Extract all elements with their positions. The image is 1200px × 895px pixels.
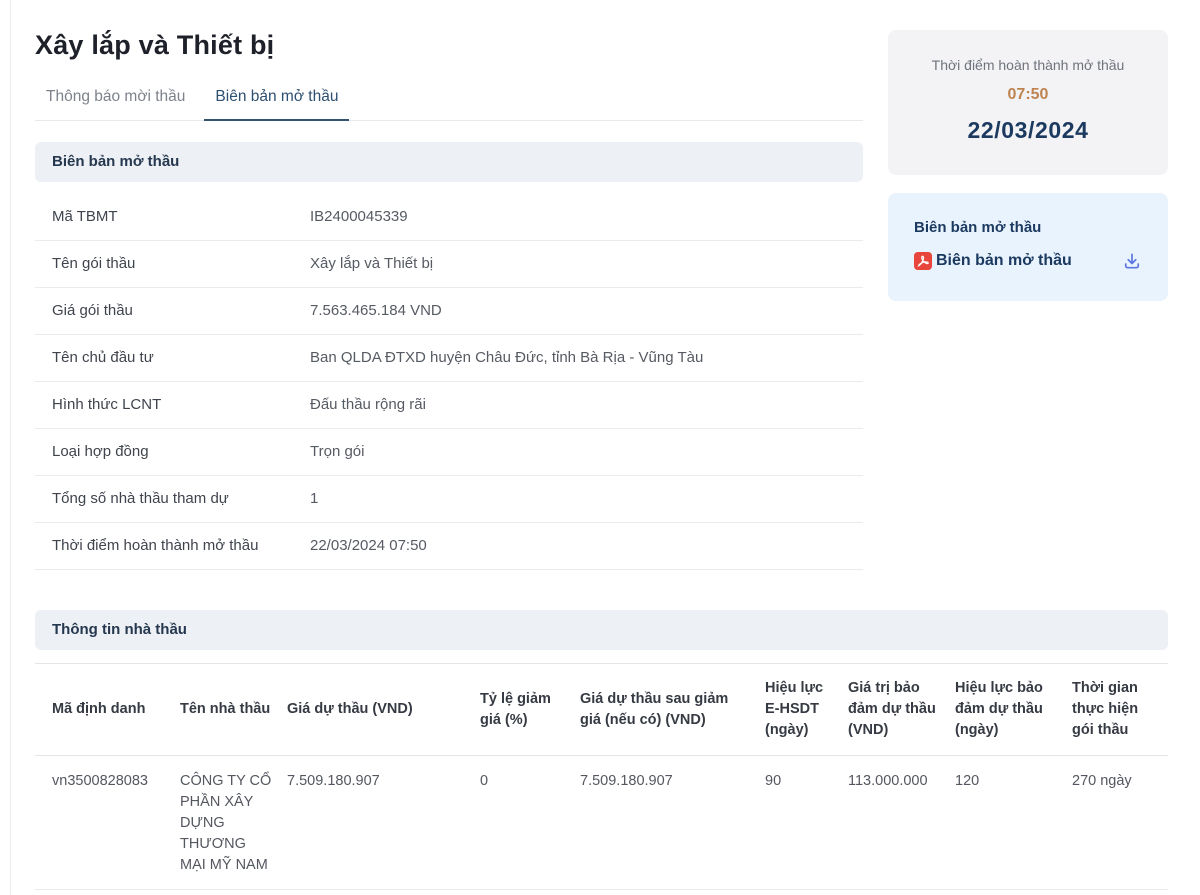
field-label: Giá gói thầu [52,302,133,319]
cell-ma-dinh-danh: vn3500828083 [35,755,180,890]
bid-detail-page: Xây lắp và Thiết bị Thông báo mời thầu B… [35,30,1168,890]
col-hieu-luc-ehsdt: Hiệu lực E-HSDT (ngày) [765,663,848,756]
field-value: 1 [310,490,319,507]
tab-bien-ban-mo-thau[interactable]: Biên bản mở thầu [204,88,350,121]
download-card-title: Biên bản mở thầu [914,219,1042,236]
field-value: 22/03/2024 07:50 [310,537,427,554]
detail-row-gia-goi-thau: Giá gói thầu 7.563.465.184 VND [35,288,863,335]
field-value: Ban QLDA ĐTXD huyện Châu Đức, tỉnh Bà Rị… [310,349,704,366]
col-gia-du-thau: Giá dự thầu (VND) [287,663,480,756]
cell-gia-sau-giam-gia: 7.509.180.907 [580,755,765,890]
cell-ty-le-giam-gia: 0 [480,755,580,890]
field-label: Tổng số nhà thầu tham dự [52,490,229,507]
field-value: 7.563.465.184 VND [310,302,442,319]
cell-gia-tri-bao-dam: 113.000.000 [848,755,955,890]
tab-thong-bao-moi-thau[interactable]: Thông báo mời thầu [35,88,196,120]
col-gia-tri-bao-dam: Giá trị bảo đảm dự thầu (VND) [848,663,955,756]
col-ten-nha-thau: Tên nhà thầu [180,663,287,756]
field-label: Tên chủ đầu tư [52,349,154,366]
download-file-row[interactable]: Biên bản mở thầu [914,251,1142,271]
detail-row-thoi-diem-hoan-thanh: Thời điểm hoàn thành mở thầu 22/03/2024 … [35,523,863,570]
sidebar: Thời điểm hoàn thành mở thầu 07:50 22/03… [888,30,1168,570]
tab-bar: Thông báo mời thầu Biên bản mở thầu [35,88,863,121]
field-label: Hình thức LCNT [52,396,162,413]
completion-time-label: Thời điểm hoàn thành mở thầu [931,57,1125,73]
col-ma-dinh-danh: Mã định danh [35,663,180,756]
field-value: Trọn gói [310,443,365,460]
bid-opening-details: Mã TBMT IB2400045339 Tên gói thầu Xây lắ… [35,194,863,570]
field-value: IB2400045339 [310,208,408,225]
col-hieu-luc-bao-dam: Hiệu lực bảo đảm dự thầu (ngày) [955,663,1072,756]
completion-date-value: 22/03/2024 [967,117,1089,143]
field-label: Tên gói thầu [52,255,136,272]
detail-row-ma-tbmt: Mã TBMT IB2400045339 [35,194,863,241]
field-label: Mã TBMT [52,208,118,225]
col-ty-le-giam-gia: Tỷ lệ giảm giá (%) [480,663,580,756]
cell-hieu-luc-bao-dam: 120 [955,755,1072,890]
bid-opening-section-header: Biên bản mở thầu [35,142,863,182]
cell-ten-nha-thau: CÔNG TY CỔ PHẦN XÂY DỰNG THƯƠNG MẠI MỸ N… [180,755,287,890]
contractors-section: Thông tin nhà thầu Mã định danh Tên nhà … [35,610,1168,890]
table-header-row: Mã định danh Tên nhà thầu Giá dự thầu (V… [35,663,1168,756]
bid-opening-download-card: Biên bản mở thầu Biên bản mở thầu [888,193,1168,301]
download-button[interactable] [1122,251,1142,271]
cell-thoi-gian-thuc-hien: 270 ngày [1072,755,1168,890]
field-label: Thời điểm hoàn thành mở thầu [52,537,259,554]
contractors-table: Mã định danh Tên nhà thầu Giá dự thầu (V… [35,663,1168,890]
main-content: Xây lắp và Thiết bị Thông báo mời thầu B… [35,30,863,570]
pdf-file-icon [914,252,932,270]
page-left-divider [10,0,11,895]
completion-time-card: Thời điểm hoàn thành mở thầu 07:50 22/03… [888,30,1168,175]
cell-gia-du-thau: 7.509.180.907 [287,755,480,890]
download-file-label[interactable]: Biên bản mở thầu [936,252,1072,270]
table-row: vn3500828083 CÔNG TY CỔ PHẦN XÂY DỰNG TH… [35,755,1168,890]
field-value: Đấu thầu rộng rãi [310,396,426,413]
col-gia-sau-giam-gia: Giá dự thầu sau giảm giá (nếu có) (VND) [580,663,765,756]
detail-row-ten-goi-thau: Tên gói thầu Xây lắp và Thiết bị [35,241,863,288]
field-label: Loại hợp đồng [52,443,149,460]
detail-row-loai-hop-dong: Loại hợp đồng Trọn gói [35,429,863,476]
completion-time-value: 07:50 [1007,86,1049,103]
detail-row-hinh-thuc-lcnt: Hình thức LCNT Đấu thầu rộng rãi [35,382,863,429]
detail-row-ten-chu-dau-tu: Tên chủ đầu tư Ban QLDA ĐTXD huyện Châu … [35,335,863,382]
detail-row-tong-so-nha-thau: Tổng số nhà thầu tham dự 1 [35,476,863,523]
download-icon [1124,253,1140,269]
contractors-section-header: Thông tin nhà thầu [35,610,1168,650]
col-thoi-gian-thuc-hien: Thời gian thực hiện gói thầu [1072,663,1168,756]
field-value: Xây lắp và Thiết bị [310,255,434,272]
cell-hieu-luc-ehsdt: 90 [765,755,848,890]
page-title: Xây lắp và Thiết bị [35,30,275,60]
